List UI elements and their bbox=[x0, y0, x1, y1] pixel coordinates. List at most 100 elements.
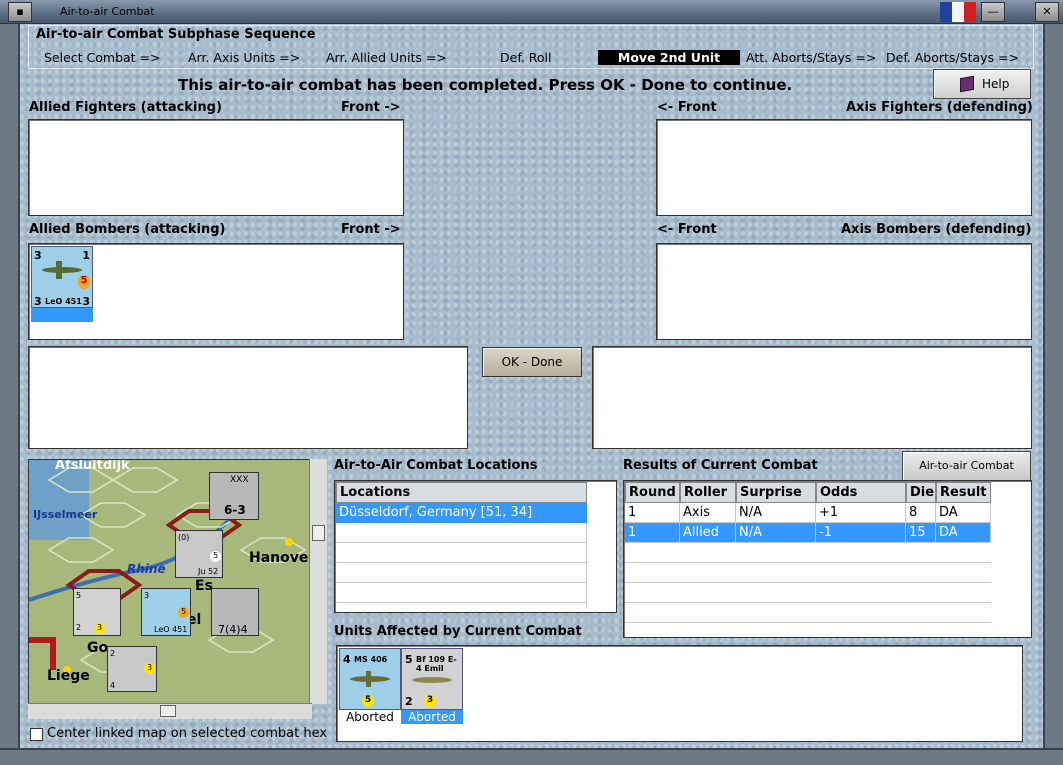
map-counter-corps[interactable]: XXX 6-3 bbox=[209, 472, 259, 520]
allied-bombers-label: Allied Bombers (attacking) bbox=[29, 222, 226, 237]
results-row-0[interactable]: 1 Axis N/A +1 8 DA bbox=[625, 503, 991, 523]
unit-status-0: Aborted bbox=[346, 710, 394, 724]
axis-fighters-panel[interactable] bbox=[656, 119, 1032, 216]
cell-die: 8 bbox=[906, 503, 936, 523]
cell-roller: Allied bbox=[680, 523, 736, 543]
unit-badge: 5 bbox=[362, 695, 374, 707]
france-flag-icon bbox=[940, 2, 976, 22]
map-horizontal-scrollbar[interactable] bbox=[28, 703, 312, 719]
cell-surprise: N/A bbox=[736, 503, 816, 523]
unit-val2: 2 bbox=[405, 695, 413, 708]
status-message: This air-to-air combat has been complete… bbox=[178, 76, 793, 94]
affected-units-panel[interactable]: 4 MS 406 5 Aborted 5 Bf 109 E-4 Emil 2 3… bbox=[336, 645, 1023, 742]
frame-right bbox=[1043, 24, 1063, 765]
counter-val: 3 bbox=[144, 591, 150, 600]
unit-selection-bar bbox=[31, 308, 93, 322]
counter-badge: 5 bbox=[210, 551, 221, 562]
map-label-hanover: Hanover bbox=[249, 550, 316, 566]
results-header-surprise: Surprise bbox=[736, 482, 816, 503]
unit-val: 5 bbox=[405, 653, 413, 666]
map-label-rhine: Rhine bbox=[127, 562, 166, 576]
counter-val: 5 bbox=[76, 591, 82, 600]
hscroll-thumb[interactable] bbox=[160, 705, 176, 717]
unit-val: 4 bbox=[343, 653, 351, 666]
map-label-ijsselmeer: IJsselmeer bbox=[33, 508, 98, 521]
seq-step-def-aborts: Def. Aborts/Stays => bbox=[886, 50, 1019, 65]
bf109-unit-counter[interactable]: 5 Bf 109 E-4 Emil 2 3 bbox=[401, 648, 463, 710]
allied-fighters-panel[interactable] bbox=[28, 119, 404, 216]
sequence-title: Air-to-air Combat Subphase Sequence bbox=[36, 27, 316, 42]
close-button[interactable]: ✕ bbox=[1035, 2, 1059, 22]
cell-result: DA bbox=[936, 523, 991, 543]
cell-surprise: N/A bbox=[736, 523, 816, 543]
allied-message-panel bbox=[28, 346, 468, 449]
unit-bottom-left: 3 bbox=[34, 295, 42, 308]
leo451-unit-counter[interactable]: 3 1 5 3 LeO 451 3 bbox=[31, 246, 93, 308]
counter-name: Ju 52 bbox=[198, 567, 219, 576]
cell-odds: +1 bbox=[816, 503, 906, 523]
system-menu-icon[interactable]: ▪ bbox=[8, 2, 32, 22]
results-empty-rows bbox=[625, 543, 991, 629]
results-table[interactable]: Round Roller Surprise Odds Die Result 1 … bbox=[623, 480, 1032, 638]
allied-bombers-front: Front -> bbox=[341, 222, 401, 237]
window-titlebar: ▪ Air-to-air Combat — ✕ bbox=[0, 0, 1063, 24]
results-row-1[interactable]: 1 Allied N/A -1 15 DA bbox=[625, 523, 991, 543]
results-title: Results of Current Combat bbox=[623, 458, 818, 473]
counter-strength: 6-3 bbox=[224, 503, 246, 517]
combat-chart-button[interactable]: Air-to-air Combat Chart bbox=[902, 451, 1031, 500]
map-counter-bf109[interactable]: 5 2 3 bbox=[73, 588, 121, 636]
frame-bottom bbox=[0, 748, 1063, 765]
map-counter-leo451[interactable]: 3 LeO 451 5 bbox=[141, 588, 191, 636]
cell-odds: -1 bbox=[816, 523, 906, 543]
center-map-label: Center linked map on selected combat hex bbox=[47, 726, 328, 741]
unit-name: LeO 451 bbox=[45, 297, 82, 306]
unit-badge: 3 bbox=[424, 695, 436, 707]
locations-list[interactable]: Locations Düsseldorf, Germany [51, 34] bbox=[334, 480, 617, 613]
vscroll-thumb[interactable] bbox=[312, 525, 325, 541]
counter-val: (0) bbox=[178, 533, 190, 542]
frame-left bbox=[0, 24, 20, 765]
location-row-0[interactable]: Düsseldorf, Germany [51, 34] bbox=[336, 503, 587, 523]
help-button[interactable]: Help bbox=[933, 69, 1031, 99]
cell-roller: Axis bbox=[680, 503, 736, 523]
axis-fighters-front: <- Front bbox=[657, 100, 717, 115]
seq-step-def-roll: Def. Roll bbox=[500, 50, 552, 65]
ms406-unit-counter[interactable]: 4 MS 406 5 bbox=[339, 648, 401, 710]
help-book-icon bbox=[960, 75, 974, 93]
results-header-result: Result bbox=[936, 482, 991, 503]
locations-title: Air-to-Air Combat Locations bbox=[334, 458, 538, 473]
cell-round: 1 bbox=[625, 503, 680, 523]
linked-map[interactable]: Afsluitdijk IJsselmeer Rhine Hanover Es … bbox=[28, 459, 327, 704]
map-counter-army[interactable]: 7(4)4 bbox=[211, 588, 259, 636]
cell-result: DA bbox=[936, 503, 991, 523]
counter-badge: 3 bbox=[144, 663, 155, 674]
seq-step-arr-axis: Arr. Axis Units => bbox=[188, 50, 301, 65]
map-counter-ju52[interactable]: (0) Ju 52 5 bbox=[175, 530, 223, 578]
counter-badge: 5 bbox=[178, 607, 189, 618]
help-label: Help bbox=[982, 77, 1010, 91]
map-vertical-scrollbar[interactable] bbox=[309, 459, 327, 704]
results-header-roller: Roller bbox=[680, 482, 736, 503]
window-title: Air-to-air Combat bbox=[60, 5, 155, 18]
seq-step-arr-allied: Arr. Allied Units => bbox=[326, 50, 447, 65]
counter-size: XXX bbox=[230, 475, 249, 485]
center-map-checkbox[interactable] bbox=[30, 728, 43, 741]
allied-fighters-label: Allied Fighters (attacking) bbox=[29, 100, 222, 115]
map-label-afsluitdijk: Afsluitdijk bbox=[55, 459, 130, 473]
cell-round: 1 bbox=[625, 523, 680, 543]
map-label-go: Go bbox=[87, 640, 109, 656]
minimize-button[interactable]: — bbox=[981, 2, 1005, 22]
allied-fighters-front: Front -> bbox=[341, 100, 401, 115]
axis-bombers-panel[interactable] bbox=[656, 243, 1032, 340]
axis-bombers-front: <- Front bbox=[657, 222, 717, 237]
allied-bombers-panel[interactable]: 3 1 5 3 LeO 451 3 bbox=[28, 243, 404, 340]
map-counter-stuka[interactable]: 2 4 3 bbox=[107, 646, 157, 692]
fighter-plane-icon bbox=[412, 677, 452, 683]
ok-done-button[interactable]: OK - Done bbox=[482, 347, 582, 377]
unit-badge: 5 bbox=[78, 275, 90, 289]
affected-title: Units Affected by Current Combat bbox=[334, 624, 582, 639]
axis-bombers-label: Axis Bombers (defending) bbox=[841, 222, 1032, 237]
axis-message-panel bbox=[592, 346, 1032, 449]
unit-status-1: Aborted bbox=[401, 710, 463, 724]
counter-val: 2 bbox=[110, 649, 116, 658]
